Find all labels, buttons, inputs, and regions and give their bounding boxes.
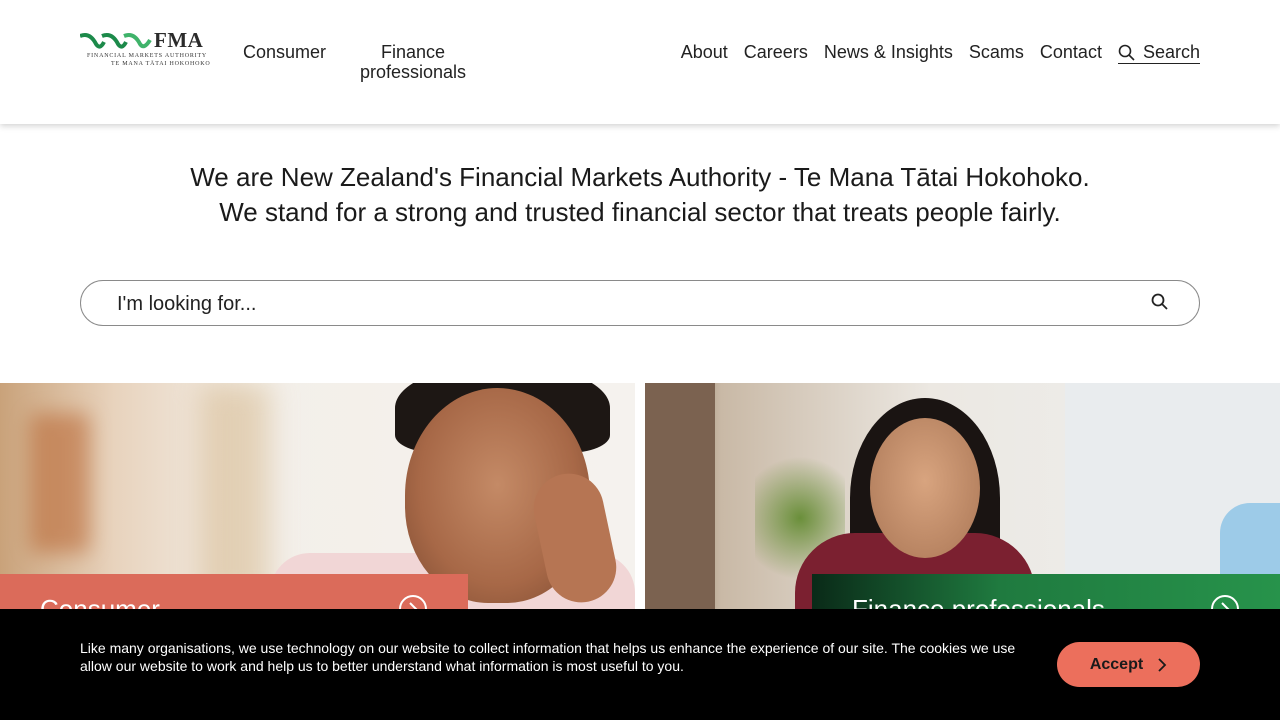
logo-abbrev: FMA xyxy=(154,28,204,52)
search-icon xyxy=(1118,44,1135,61)
search-icon[interactable] xyxy=(1151,293,1169,311)
nav-news-insights[interactable]: News & Insights xyxy=(824,42,953,64)
nav-consumer[interactable]: Consumer xyxy=(243,42,326,62)
cookie-banner: Like many organisations, we use technolo… xyxy=(0,609,1280,720)
finance-professionals-card[interactable]: Finance professionals xyxy=(645,383,1280,623)
background-blur xyxy=(200,383,270,603)
accept-cookies-button[interactable]: Accept xyxy=(1057,642,1200,687)
fma-logo[interactable]: FMA FINANCIAL MARKETS AUTHORITY TE MANA … xyxy=(80,28,210,72)
background-blur xyxy=(30,413,90,553)
nav-finance-professionals[interactable]: Finance professionals xyxy=(360,42,466,82)
consumer-card[interactable]: Consumer xyxy=(0,383,635,623)
nav-scams[interactable]: Scams xyxy=(969,42,1024,64)
intro-line2: We stand for a strong and trusted financ… xyxy=(219,197,1061,227)
intro-line1: We are New Zealand's Financial Markets A… xyxy=(190,162,1090,192)
nav-search[interactable]: Search xyxy=(1117,42,1200,64)
secondary-nav: About Careers News & Insights Scams Cont… xyxy=(681,42,1200,64)
intro-statement: We are New Zealand's Financial Markets A… xyxy=(0,160,1280,230)
site-search-bar xyxy=(80,280,1200,326)
logo-line2: TE MANA TĀTAI HOKOHOKO xyxy=(111,61,211,67)
logo-line1: FINANCIAL MARKETS AUTHORITY xyxy=(87,53,208,59)
nav-about[interactable]: About xyxy=(681,42,728,64)
photo-person-face xyxy=(870,418,980,558)
nav-search-label: Search xyxy=(1142,42,1200,62)
site-header: FMA FINANCIAL MARKETS AUTHORITY TE MANA … xyxy=(0,0,1280,124)
nav-careers[interactable]: Careers xyxy=(744,42,808,64)
photo-person-blurred xyxy=(645,383,715,623)
cookie-banner-text: Like many organisations, we use technolo… xyxy=(80,640,1016,674)
chevron-right-icon xyxy=(1158,657,1167,672)
accept-button-label: Accept xyxy=(1089,655,1144,673)
search-input[interactable] xyxy=(117,291,1117,317)
wave-logo-icon xyxy=(80,33,152,49)
nav-contact[interactable]: Contact xyxy=(1040,42,1102,64)
